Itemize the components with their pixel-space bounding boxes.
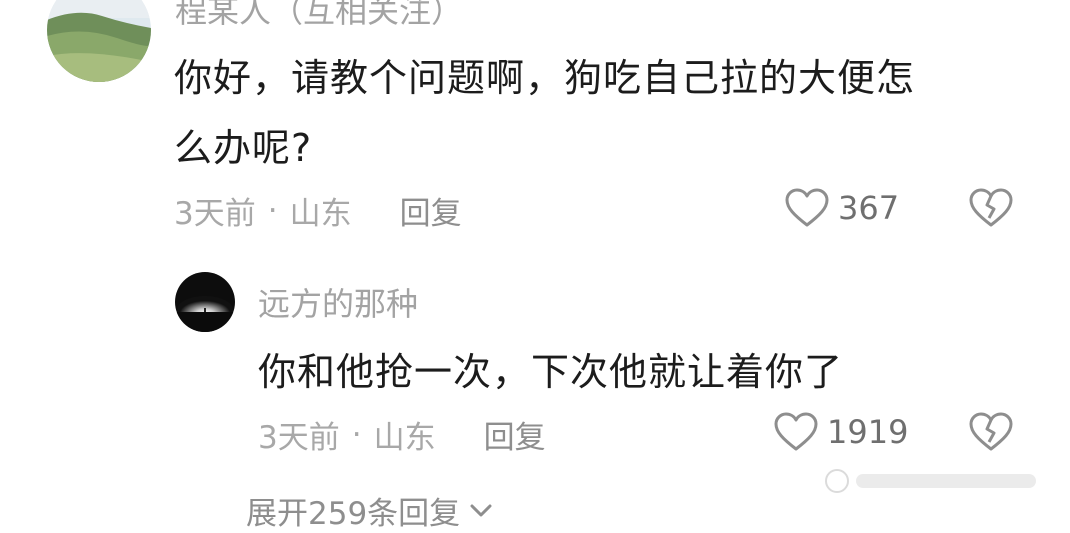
meta-separator: · <box>351 416 362 453</box>
reply-avatar[interactable] <box>175 272 235 332</box>
reply-time: 3天前 <box>258 420 340 456</box>
reply-username[interactable]: 远方的那种 <box>258 279 418 325</box>
meta-separator: · <box>267 192 278 229</box>
comment-like-count: 367 <box>838 189 900 227</box>
comment-like-button[interactable]: 367 <box>784 188 899 228</box>
reply-reply-button[interactable]: 回复 <box>484 412 546 457</box>
comment-location: 山东 <box>289 196 352 232</box>
broken-heart-icon[interactable] <box>968 188 1014 228</box>
landscape-hills-icon <box>47 0 151 82</box>
expand-replies-button[interactable]: 展开259条回复 <box>246 488 494 533</box>
comment-dislike-button[interactable] <box>968 188 1014 232</box>
watermark <box>822 466 1052 496</box>
watermark-icon <box>825 469 1036 493</box>
reply-text: 你和他抢一次，下次他就让着你了 <box>258 350 844 394</box>
reply-like-button[interactable]: 1919 <box>773 412 908 452</box>
comment-time: 3天前 <box>174 196 256 232</box>
reply-like-count: 1919 <box>827 413 909 451</box>
dark-horizon-icon <box>175 272 235 332</box>
reply-location: 山东 <box>373 420 436 456</box>
reply-meta: 3天前 · 山东 回复 <box>258 412 546 457</box>
comment-username[interactable]: 程某人（互相关注） <box>175 0 463 32</box>
comment-text-line-1: 你好，请教个问题啊，狗吃自己拉的大便怎 <box>174 56 916 100</box>
expand-replies-label[interactable]: 展开259条回复 <box>246 488 460 533</box>
avatar[interactable] <box>47 0 151 82</box>
reply-dislike-button[interactable] <box>968 412 1014 456</box>
heart-outline-icon[interactable] <box>773 412 819 452</box>
comment-reply-button[interactable]: 回复 <box>400 188 462 233</box>
heart-outline-icon[interactable] <box>784 188 830 228</box>
comment-meta: 3天前 · 山东 回复 <box>174 188 462 233</box>
broken-heart-icon[interactable] <box>968 412 1014 452</box>
chevron-down-icon[interactable] <box>468 501 494 521</box>
comment-text-line-2: 么办呢? <box>174 126 313 170</box>
